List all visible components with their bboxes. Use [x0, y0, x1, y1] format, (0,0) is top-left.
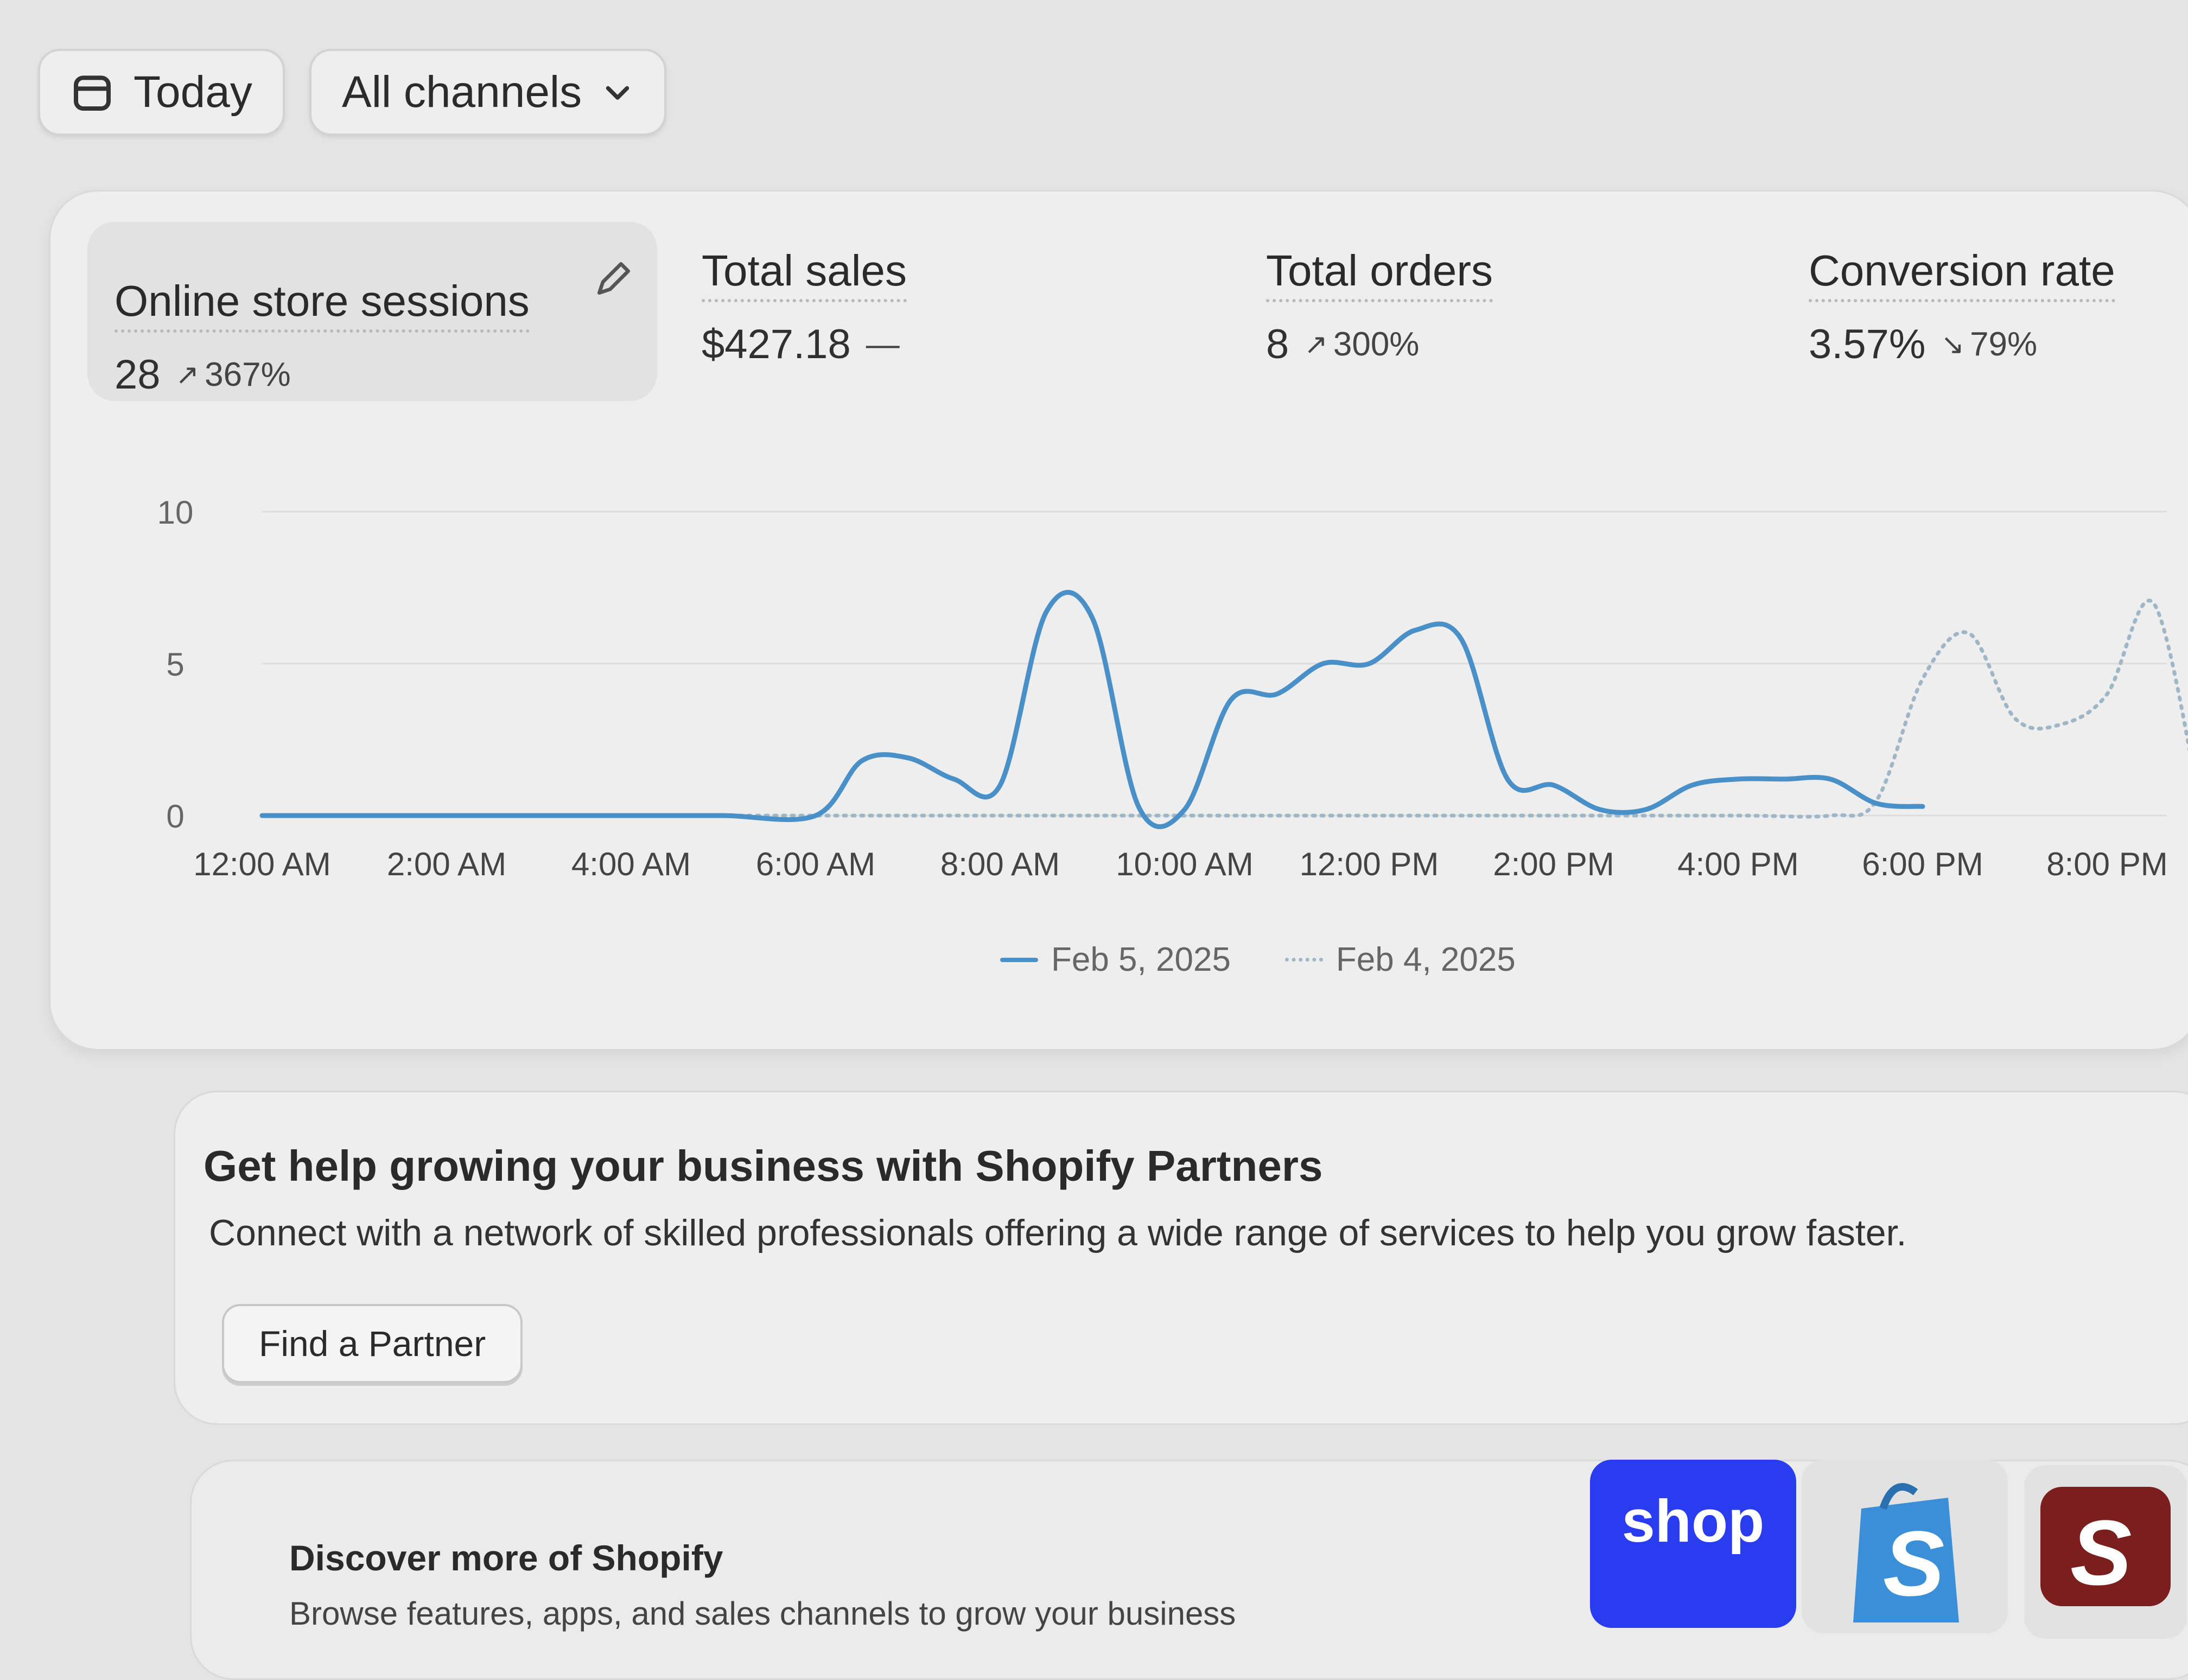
x-tick-label: 2:00 PM	[1493, 846, 1614, 882]
x-tick-label: 2:00 AM	[387, 846, 506, 882]
y-tick-label: 10	[157, 494, 194, 531]
svg-text:S: S	[2070, 1501, 2132, 1605]
legend-item-current: Feb 5, 2025	[1000, 940, 1231, 979]
date-range-label: Today	[133, 67, 252, 117]
legend-label: Feb 5, 2025	[1051, 941, 1231, 978]
x-tick-label: 12:00 PM	[1300, 846, 1439, 882]
y-tick-label: 0	[166, 798, 184, 835]
x-tick-label: 4:00 PM	[1677, 846, 1798, 882]
x-tick-label: 6:00 PM	[1862, 846, 1983, 882]
x-tick-label: 10:00 AM	[1116, 846, 1254, 882]
find-partner-button[interactable]: Find a Partner	[222, 1304, 523, 1383]
shop-app-logo: shop	[1590, 1460, 1796, 1628]
shopify-partners-card: Get help growing your business with Shop…	[174, 1091, 2188, 1425]
chevron-down-icon	[601, 76, 634, 109]
legend-swatch-dotted	[1284, 958, 1323, 962]
shopify-bag-logo-icon: S	[1802, 1460, 2008, 1633]
legend-label: Feb 4, 2025	[1335, 941, 1516, 978]
card-description: Browse features, apps, and sales channel…	[289, 1595, 1236, 1632]
card-title: Get help growing your business with Shop…	[203, 1142, 1323, 1190]
date-range-button[interactable]: Today	[38, 49, 285, 136]
card-description: Connect with a network of skilled profes…	[209, 1212, 1907, 1253]
calendar-icon	[71, 71, 114, 114]
shopify-alt-logo-icon: S	[2024, 1465, 2187, 1639]
legend-swatch-solid	[1000, 957, 1038, 962]
card-title: Discover more of Shopify	[289, 1538, 723, 1578]
x-tick-label: 12:00 AM	[193, 846, 331, 882]
legend-item-previous: Feb 4, 2025	[1284, 940, 1516, 979]
x-tick-label: 8:00 AM	[940, 846, 1060, 882]
x-tick-label: 4:00 AM	[571, 846, 691, 882]
sessions-line-chart: 10 5 012:00 AM 2:00 AM 4:00 AM 6:00 AM 8:00 AM…	[157, 494, 2188, 882]
sessions-metrics-card: Online store sessions 28 ↗ 367% Total sa…	[49, 190, 2188, 1051]
chart-legend: Feb 5, 2025 Feb 4, 2025	[1000, 940, 1516, 979]
svg-text:S: S	[1883, 1512, 1944, 1615]
y-tick-label: 5	[166, 646, 184, 683]
shop-logo-text: shop	[1621, 1488, 1765, 1555]
x-tick-label: 6:00 AM	[756, 846, 875, 882]
channel-filter-button[interactable]: All channels	[309, 49, 667, 136]
channel-filter-label: All channels	[342, 67, 582, 117]
x-tick-label: 8:00 PM	[2046, 846, 2167, 882]
series-line-feb-5-2025	[259, 590, 1925, 829]
